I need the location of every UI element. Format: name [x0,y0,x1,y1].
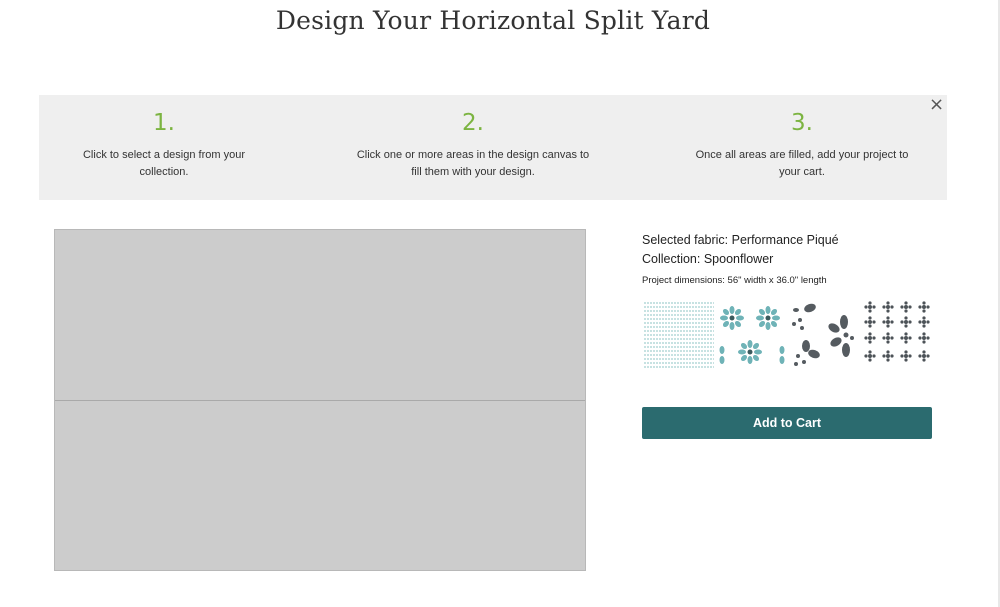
step-1: 1. Click to select a design from your co… [39,109,289,181]
design-canvas [54,229,586,571]
swatch-teal-flower[interactable] [716,300,788,369]
close-icon[interactable]: × [929,96,944,114]
step-3: 3. Once all areas are filled, add your p… [677,109,927,181]
design-swatches [642,300,932,369]
step-2: 2. Click one or more areas in the design… [347,109,599,181]
page-title: Design Your Horizontal Split Yard [275,6,711,35]
gray-petal-pattern-icon [788,300,860,369]
swatch-small-gray-flower[interactable] [860,300,932,369]
swatch-spoonflower-logo[interactable] [642,300,716,369]
swatch-gray-petal[interactable] [788,300,860,369]
canvas-area-bottom[interactable] [55,402,585,571]
step-number: 1. [153,110,175,136]
collection-name: Collection: Spoonflower [642,252,774,266]
step-text: Once all areas are filled, add your proj… [695,149,909,178]
step-number: 3. [791,110,813,136]
project-dimensions: Project dimensions: 56" width x 36.0" le… [642,275,827,286]
add-to-cart-button[interactable]: Add to Cart [642,407,932,439]
spoonflower-logo-pattern-icon [642,300,716,369]
small-gray-flower-pattern-icon [860,300,932,369]
teal-flower-pattern-icon [716,300,788,369]
step-text: Click to select a design from your colle… [82,149,245,178]
selected-fabric: Selected fabric: Performance Piqué [642,233,839,247]
step-text: Click one or more areas in the design ca… [356,149,590,178]
canvas-area-top[interactable] [55,230,585,401]
step-number: 2. [462,110,484,136]
instructions-banner: × 1. Click to select a design from your … [39,95,947,200]
project-info: Selected fabric: Performance Piqué Colle… [642,231,942,286]
